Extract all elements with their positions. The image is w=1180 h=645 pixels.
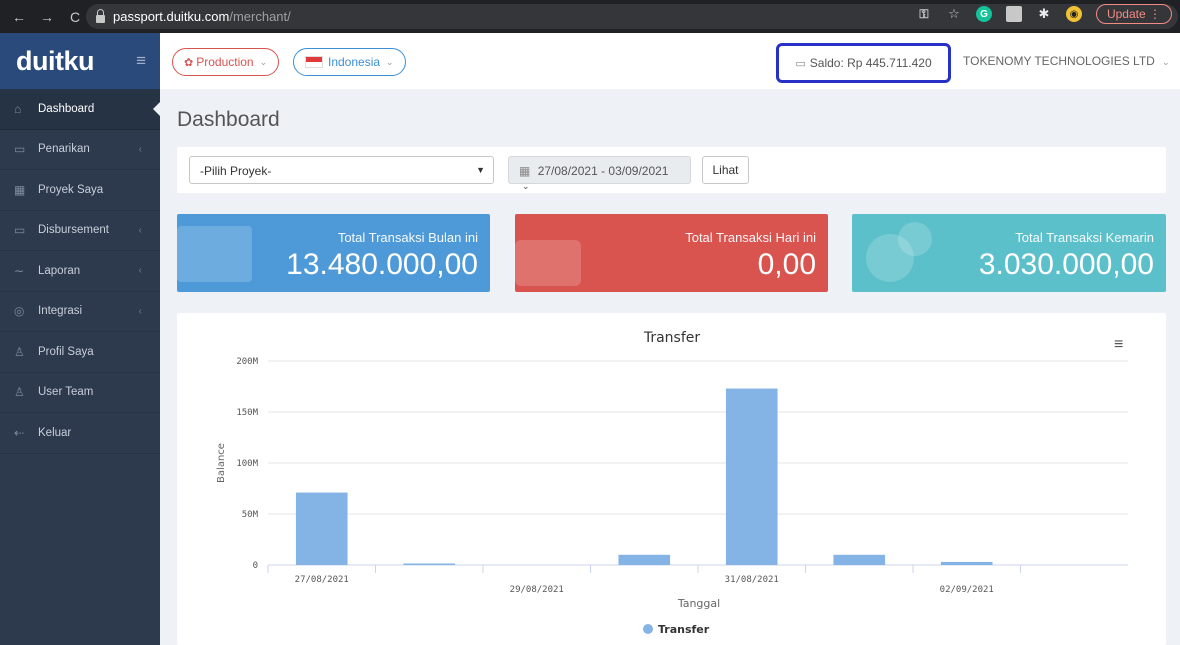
sidebar-item-penarikan[interactable]: ▭ Penarikan ‹ <box>0 130 160 170</box>
duitku-logo[interactable]: duitku <box>16 46 95 77</box>
briefcase-icon <box>177 226 252 282</box>
page-title: Dashboard <box>177 108 280 131</box>
stat-card-yesterday: Total Transaksi Kemarin 3.030.000,00 <box>852 214 1166 292</box>
chevron-left-icon: ‹ <box>138 143 142 155</box>
hamburger-icon[interactable]: ≡ <box>136 51 146 71</box>
chevron-down-icon: ⌄ <box>522 181 530 191</box>
reload-icon[interactable]: C <box>68 9 82 25</box>
sidebar-item-user-team[interactable]: ♙ User Team <box>0 373 160 413</box>
gear-icon: ✿ <box>184 56 194 69</box>
stat-value: 3.030.000,00 <box>978 248 1154 281</box>
sidebar: duitku ≡ ⌂ Dashboard ▭ Penarikan ‹ ▦ Proyek Sa… <box>0 33 161 645</box>
indonesia-flag-icon <box>305 56 323 68</box>
stat-card-month: Total Transaksi Bulan ini 13.480.000,00 <box>177 214 490 292</box>
sidebar-item-label: Proyek Saya <box>38 183 104 196</box>
chevron-left-icon: ‹ <box>138 224 142 236</box>
country-label: Indonesia <box>328 55 381 69</box>
settings-icon: ◎ <box>14 304 25 319</box>
sidebar-item-keluar[interactable]: ⇠ Keluar <box>0 413 160 454</box>
sidebar-item-proyek-saya[interactable]: ▦ Proyek Saya <box>0 170 160 211</box>
chevron-down-icon: ▼ <box>476 165 485 175</box>
brand-bar: duitku ≡ <box>0 33 160 89</box>
sidebar-item-laporan[interactable]: ∼ Laporan ‹ <box>0 251 160 292</box>
saldo-balance[interactable]: ▭ Saldo: Rp 445.711.420 <box>776 43 951 83</box>
sidebar-item-label: Disbursement <box>38 224 109 237</box>
chevron-down-icon: ⌄ <box>1162 57 1170 67</box>
date-range-picker[interactable]: ▦ 27/08/2021 - 03/09/2021 ⌄ <box>508 156 691 191</box>
stat-label: Total Transaksi Hari ini <box>685 230 816 245</box>
project-select[interactable]: -Pilih Proyek- ▼ <box>189 156 494 184</box>
stat-label: Total Transaksi Bulan ini <box>337 230 478 245</box>
calendar-icon: ▦ <box>519 164 531 178</box>
project-select-value: -Pilih Proyek- <box>200 164 272 178</box>
chart-panel <box>177 313 1166 645</box>
sidebar-menu: ⌂ Dashboard ▭ Penarikan ‹ ▦ Proyek Saya ▭ Disbur… <box>0 89 161 454</box>
sidebar-item-label: Keluar <box>38 426 72 439</box>
chevron-down-icon: ⌄ <box>259 56 268 67</box>
folder-icon: ▭ <box>14 223 26 238</box>
profile-avatar-icon[interactable]: ◉ <box>1065 6 1082 22</box>
folder-icon: ▭ <box>14 142 26 157</box>
sidebar-item-label: Dashboard <box>38 102 95 115</box>
stat-card-today: Total Transaksi Hari ini 0,00 <box>515 214 828 292</box>
chart-line-icon: ∼ <box>14 263 25 278</box>
back-icon[interactable]: ← <box>12 9 26 25</box>
home-icon: ⌂ <box>14 101 22 116</box>
environment-label: Production <box>196 55 254 69</box>
date-range-value: 27/08/2021 - 03/09/2021 <box>537 164 669 178</box>
folder-icon: ▭ <box>795 57 806 70</box>
environment-dropdown[interactable]: ✿ Production ⌄ <box>172 48 280 76</box>
chevron-down-icon: ⌄ <box>386 56 394 67</box>
saldo-label: Saldo: Rp 445.711.420 <box>809 56 932 70</box>
grammarly-extension-icon[interactable]: G <box>975 6 992 22</box>
key-icon[interactable]: ⚿ <box>916 6 932 22</box>
stat-value: 13.480.000,00 <box>286 248 478 281</box>
sidebar-item-profil-saya[interactable]: ♙ Profil Saya <box>0 332 160 373</box>
sidebar-item-label: Penarikan <box>38 143 90 156</box>
top-header: ✿ Production ⌄ Indonesia ⌄ ▭ Saldo: Rp 4… <box>160 33 1180 89</box>
chevron-left-icon: ‹ <box>138 305 142 317</box>
chat-icon <box>515 240 581 286</box>
users-icon: ♙ <box>14 385 25 400</box>
chart-menu-icon[interactable]: ≡ <box>1114 336 1123 354</box>
star-icon[interactable]: ☆ <box>946 6 962 22</box>
country-dropdown[interactable]: Indonesia ⌄ <box>293 48 406 76</box>
sidebar-item-label: Integrasi <box>38 305 83 318</box>
logout-icon: ⇠ <box>14 425 25 440</box>
users-icon <box>898 222 932 256</box>
sidebar-item-dashboard[interactable]: ⌂ Dashboard <box>0 89 161 130</box>
url-host: passport.duitku.com <box>113 9 230 24</box>
update-label: Update <box>1106 7 1146 21</box>
stat-label: Total Transaksi Kemarin <box>1015 230 1154 245</box>
sidebar-item-disbursement[interactable]: ▭ Disbursement ‹ <box>0 211 160 251</box>
grid-icon: ▦ <box>14 182 26 197</box>
user-icon: ♙ <box>14 344 25 359</box>
extensions-puzzle-icon[interactable]: ✱ <box>1036 6 1052 22</box>
company-name: TOKENOMY TECHNOLOGIES LTD <box>963 54 1155 68</box>
qr-extension-icon[interactable] <box>1005 6 1022 22</box>
chevron-left-icon: ‹ <box>138 265 142 277</box>
sidebar-item-label: Profil Saya <box>38 345 94 358</box>
lock-icon <box>96 8 105 23</box>
company-dropdown[interactable]: TOKENOMY TECHNOLOGIES LTD ⌄ <box>963 54 1170 68</box>
sidebar-item-label: User Team <box>38 386 94 399</box>
sidebar-item-label: Laporan <box>38 264 81 277</box>
stat-value: 0,00 <box>757 248 816 281</box>
forward-icon[interactable]: → <box>40 9 54 25</box>
browser-update-button[interactable]: Update ⋮ <box>1095 4 1172 24</box>
url-path: /merchant/ <box>229 9 291 24</box>
filter-bar: -Pilih Proyek- ▼ ▦ 27/08/2021 - 03/09/20… <box>177 147 1166 193</box>
sidebar-item-integrasi[interactable]: ◎ Integrasi ‹ <box>0 292 160 332</box>
browser-toolbar: ← → C passport.duitku.com/merchant/ ⚿ ☆ … <box>0 0 1180 33</box>
view-button[interactable]: Lihat <box>702 156 749 184</box>
